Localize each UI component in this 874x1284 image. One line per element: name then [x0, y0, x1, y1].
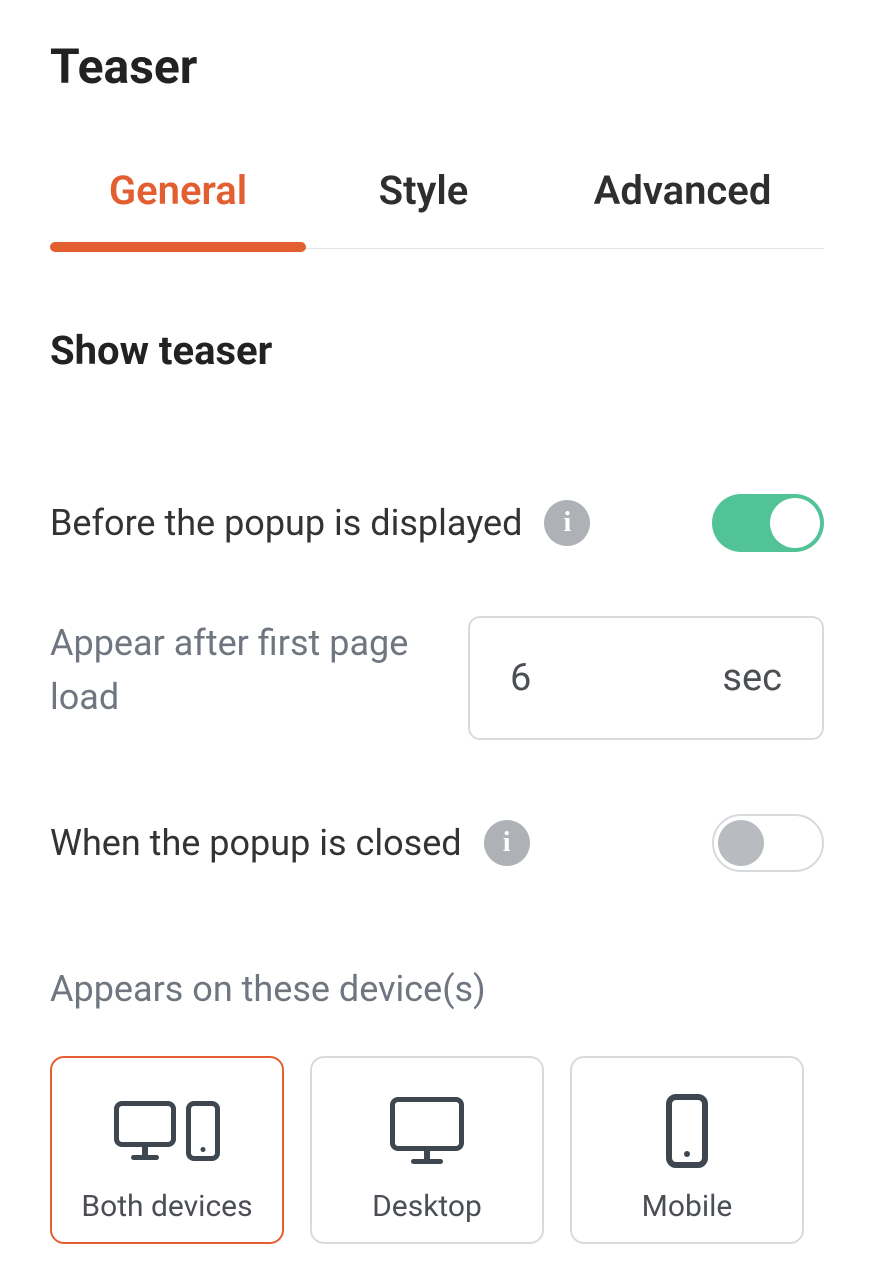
- page-title: Teaser: [50, 38, 824, 95]
- tab-advanced[interactable]: Advanced: [541, 167, 824, 248]
- setting-appear-after: Appear after first page load 6 sec: [50, 616, 824, 740]
- mobile-icon: [666, 1094, 708, 1168]
- section-show-teaser-title: Show teaser: [50, 327, 824, 374]
- before-displayed-label: Before the popup is displayed: [50, 497, 522, 549]
- desktop-icon: [396, 1097, 458, 1164]
- tab-general[interactable]: General: [50, 167, 306, 248]
- appear-after-label: Appear after first page load: [50, 616, 430, 724]
- desktop-icon: [114, 1101, 176, 1160]
- device-selector: Both devices Desktop Mobile: [50, 1056, 824, 1244]
- device-option-label: Desktop: [372, 1189, 482, 1224]
- tabs: General Style Advanced: [50, 167, 824, 249]
- device-option-mobile[interactable]: Mobile: [570, 1056, 804, 1244]
- setting-when-closed: When the popup is closed: [50, 814, 824, 872]
- info-icon[interactable]: [544, 500, 590, 546]
- devices-label: Appears on these device(s): [50, 962, 824, 1016]
- when-closed-toggle[interactable]: [712, 814, 824, 872]
- tab-style[interactable]: Style: [306, 167, 541, 248]
- when-closed-label: When the popup is closed: [50, 817, 462, 869]
- device-option-label: Both devices: [81, 1189, 252, 1224]
- appear-after-unit: sec: [722, 656, 782, 700]
- device-option-both[interactable]: Both devices: [50, 1056, 284, 1244]
- before-displayed-toggle[interactable]: [712, 494, 824, 552]
- info-icon[interactable]: [484, 820, 530, 866]
- device-option-desktop[interactable]: Desktop: [310, 1056, 544, 1244]
- device-option-label: Mobile: [642, 1189, 733, 1224]
- setting-before-displayed: Before the popup is displayed: [50, 494, 824, 552]
- mobile-icon: [186, 1101, 220, 1161]
- appear-after-value: 6: [510, 656, 531, 700]
- appear-after-input[interactable]: 6 sec: [468, 616, 824, 740]
